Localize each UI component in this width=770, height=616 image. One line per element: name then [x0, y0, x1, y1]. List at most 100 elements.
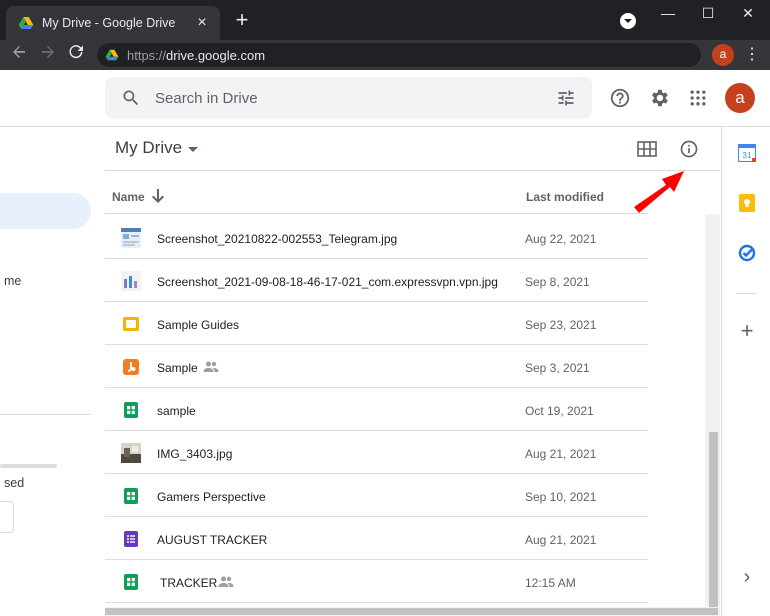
- file-name: Sample: [157, 361, 198, 375]
- file-name: IMG_3403.jpg: [157, 447, 233, 461]
- storage-usage-bar: [0, 464, 57, 468]
- reload-icon: [69, 45, 83, 59]
- forward-button[interactable]: [37, 44, 59, 66]
- shared-people-icon: [203, 361, 219, 372]
- browser-toolbar: https://drive.google.com a ⋮: [0, 40, 770, 70]
- search-icon[interactable]: [111, 77, 151, 119]
- horizontal-scrollbar-thumb[interactable]: [105, 608, 718, 615]
- caret-down-icon[interactable]: [188, 147, 198, 152]
- file-modified: Sep 10, 2021: [525, 490, 597, 504]
- maximize-button[interactable]: ☐: [688, 0, 728, 28]
- expand-panel-icon[interactable]: ›: [737, 566, 757, 588]
- settings-gear-icon[interactable]: [646, 85, 672, 111]
- sheets-icon: [124, 488, 138, 504]
- file-name: Screenshot_2021-09-08-18-46-17-021_com.e…: [157, 275, 498, 289]
- browser-tab-title: My Drive - Google Drive: [42, 16, 176, 30]
- search-bar[interactable]: [105, 77, 592, 119]
- page-title[interactable]: My Drive: [115, 138, 182, 158]
- new-tab-button[interactable]: +: [230, 8, 254, 32]
- address-bar[interactable]: https://drive.google.com: [97, 43, 701, 67]
- buy-storage-button[interactable]: [0, 501, 14, 533]
- photo-thumb-icon: [121, 443, 141, 463]
- main-title-row: My Drive: [105, 127, 720, 171]
- image-thumb-icon: [121, 271, 141, 291]
- arrow-left-icon: [13, 46, 25, 58]
- table-row[interactable]: AUGUST TRACKER Aug 21, 2021: [105, 517, 648, 560]
- close-tab-icon[interactable]: ×: [192, 14, 212, 32]
- table-row[interactable]: Gamers Perspective Sep 10, 2021: [105, 474, 648, 517]
- storage-usage-text: sed: [4, 476, 25, 490]
- sheets-icon: [124, 402, 138, 418]
- file-modified: Aug 21, 2021: [525, 447, 597, 461]
- shared-people-icon: [218, 576, 234, 587]
- file-modified: Sep 23, 2021: [525, 318, 597, 332]
- back-button[interactable]: [8, 44, 30, 66]
- close-window-button[interactable]: ✕: [728, 0, 768, 28]
- file-modified: Aug 21, 2021: [525, 533, 597, 547]
- file-name: TRACKER: [160, 576, 218, 590]
- browser-profile-avatar[interactable]: a: [712, 44, 734, 66]
- url-host: drive.google.com: [166, 47, 266, 63]
- column-header-last-modified[interactable]: Last modified: [526, 190, 604, 204]
- file-name: AUGUST TRACKER: [157, 533, 268, 547]
- search-input[interactable]: [155, 89, 546, 107]
- drive-page: a me sed My Drive Name Last modified: [0, 70, 770, 616]
- file-name: Gamers Perspective: [157, 490, 266, 504]
- file-list: Screenshot_20210822-002553_Telegram.jpg …: [105, 216, 648, 603]
- help-icon[interactable]: [607, 85, 633, 111]
- arrow-down-icon[interactable]: [151, 188, 165, 204]
- jamboard-icon: [123, 359, 139, 375]
- file-name: Screenshot_20210822-002553_Telegram.jpg: [157, 232, 398, 246]
- file-list-header: Name Last modified: [105, 172, 648, 214]
- calendar-day: 31: [743, 151, 752, 160]
- table-row[interactable]: Sample Guides Sep 23, 2021: [105, 302, 648, 345]
- sidebar-item-my-drive[interactable]: [0, 193, 91, 229]
- drive-logo-icon: [105, 49, 119, 61]
- sidebar-item-shared-with-me[interactable]: me: [4, 274, 21, 288]
- browser-tab[interactable]: My Drive - Google Drive ×: [6, 6, 220, 40]
- table-row[interactable]: Sample Sep 3, 2021: [105, 345, 648, 388]
- slides-icon: [123, 317, 139, 331]
- file-modified: 12:15 AM: [525, 576, 576, 590]
- account-avatar[interactable]: a: [725, 83, 755, 113]
- file-name: Sample Guides: [157, 318, 240, 332]
- file-modified: Sep 3, 2021: [525, 361, 590, 375]
- forms-icon: [124, 531, 138, 547]
- column-header-name[interactable]: Name: [112, 190, 145, 204]
- file-modified: Aug 22, 2021: [525, 232, 597, 246]
- tab-search-button[interactable]: [620, 13, 636, 29]
- table-row[interactable]: IMG_3403.jpg Aug 21, 2021: [105, 431, 648, 474]
- table-row[interactable]: sample Oct 19, 2021: [105, 388, 648, 431]
- search-options-icon[interactable]: [546, 77, 586, 119]
- sidebar: me sed: [0, 127, 105, 616]
- reload-button[interactable]: [65, 44, 87, 66]
- table-row[interactable]: Screenshot_2021-09-08-18-46-17-021_com.e…: [105, 259, 648, 302]
- table-row[interactable]: TRACKER 12:15 AM: [105, 560, 648, 603]
- file-modified: Sep 8, 2021: [525, 275, 590, 289]
- chevron-down-icon: [624, 19, 632, 23]
- table-row[interactable]: Screenshot_20210822-002553_Telegram.jpg …: [105, 216, 648, 259]
- url-text: https://drive.google.com: [127, 48, 265, 63]
- rail-divider: [736, 293, 756, 294]
- image-thumb-icon: [121, 228, 141, 248]
- sidebar-divider: [0, 414, 91, 415]
- url-scheme: https://: [127, 47, 167, 63]
- tasks-icon[interactable]: [737, 243, 757, 263]
- side-panel-rail: 31 + ›: [721, 127, 770, 616]
- drive-logo-icon: [18, 17, 34, 29]
- browser-tab-strip: My Drive - Google Drive × + — ☐ ✕: [0, 0, 770, 40]
- file-name: sample: [157, 404, 196, 418]
- keep-icon[interactable]: [737, 193, 757, 213]
- grid-view-icon[interactable]: [636, 138, 658, 160]
- info-icon[interactable]: [678, 138, 700, 160]
- browser-menu-button[interactable]: ⋮: [742, 44, 762, 66]
- apps-grid-icon[interactable]: [685, 85, 711, 111]
- vertical-scrollbar-thumb[interactable]: [709, 432, 718, 607]
- drive-header: a: [0, 70, 770, 127]
- add-addon-icon[interactable]: +: [737, 318, 757, 343]
- sheets-icon: [124, 574, 138, 590]
- arrow-right-icon: [42, 46, 54, 58]
- minimize-button[interactable]: —: [648, 0, 688, 28]
- calendar-icon[interactable]: 31: [737, 143, 757, 163]
- file-modified: Oct 19, 2021: [525, 404, 594, 418]
